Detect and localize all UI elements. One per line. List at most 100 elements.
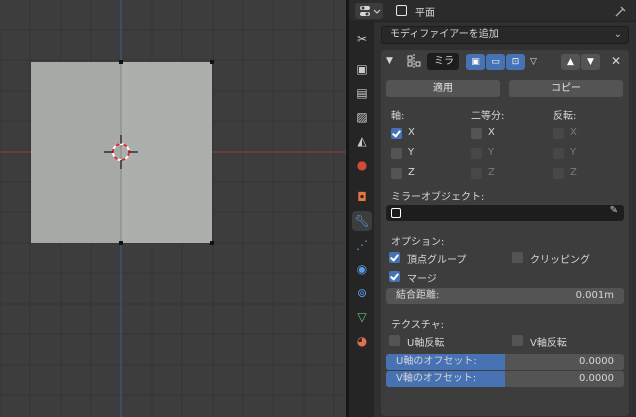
material-sphere-icon: ◕ (356, 334, 368, 348)
editor-type-button[interactable] (355, 3, 383, 19)
merge-label: マージ (407, 274, 437, 285)
flip-z-checkbox[interactable] (553, 168, 564, 179)
output-tab[interactable]: ▤ (352, 83, 372, 103)
add-modifier-dropdown[interactable]: モディファイアーを追加 ⌄ (381, 26, 629, 44)
tool-tab[interactable]: ✂ (352, 29, 372, 49)
apply-button[interactable]: 適用 (386, 80, 500, 97)
textures-header: テクスチャ: (391, 320, 444, 331)
modifier-tab[interactable]: 🔧︎ (352, 211, 372, 231)
modifier-name: ミラ (434, 56, 454, 67)
eyedropper-icon[interactable]: ✎ (610, 205, 618, 216)
collapse-arrow-icon[interactable]: ▼ (386, 56, 393, 66)
3d-viewport[interactable] (0, 0, 346, 417)
flip-x-checkbox[interactable] (553, 128, 564, 139)
vertex-groups-label: 頂点グループ (407, 255, 467, 266)
printer-icon: ▤ (356, 86, 368, 100)
render-tab[interactable]: ▣ (352, 59, 372, 79)
flip-u-checkbox[interactable] (389, 335, 400, 346)
add-modifier-label: モディファイアーを追加 (390, 29, 499, 40)
flip-v-label: V軸反転 (530, 338, 567, 349)
move-down-button[interactable]: ▼ (581, 54, 600, 70)
properties-tabs: ✂ ▣ ▤ ▨ ◭ ● ◘ 🔧︎ ⋰ ◉ ⊚ ▽ ◕ (349, 22, 374, 417)
u-offset-slider[interactable]: U軸のオフセット: 0.0000 (386, 354, 624, 370)
wrench-screwdriver-icon: ✂ (356, 32, 368, 46)
modifier-name-field[interactable]: ミラ (427, 53, 459, 70)
v-offset-slider[interactable]: V軸のオフセット: 0.0000 (386, 371, 624, 387)
bisect-z-checkbox[interactable] (471, 168, 482, 179)
options-header: オプション: (391, 237, 445, 248)
camera-back-icon: ▣ (356, 62, 368, 76)
viewport-canvas (0, 0, 346, 417)
chevron-down-icon: ⌄ (613, 29, 622, 40)
data-tab[interactable]: ▽ (352, 307, 372, 327)
axis-x-checkbox[interactable] (391, 128, 402, 139)
v-offset-label: V軸のオフセット: (396, 373, 477, 384)
merge-checkbox[interactable] (389, 271, 400, 282)
axis-x-label: X (408, 127, 415, 138)
axis-z-checkbox[interactable] (391, 168, 402, 179)
pin-icon[interactable] (614, 4, 628, 18)
scene-tab[interactable]: ◭ (352, 131, 372, 151)
physics-icon: ◉ (356, 262, 368, 276)
properties-header: 平面 (349, 0, 636, 22)
image-stack-icon: ▨ (356, 110, 368, 124)
flip-y-checkbox[interactable] (553, 148, 564, 159)
object-name: 平面 (415, 8, 435, 19)
mirror-modifier-icon (407, 54, 421, 68)
merge-distance-value: 0.001m (575, 290, 614, 301)
material-tab[interactable]: ◕ (352, 331, 372, 351)
flip-z-label: Z (570, 167, 577, 178)
mirror-modifier-panel: ▼ ミラ ▣ ▭ ⊡ ▽ ▲ ▼ ✕ 適用 コピー 軸: 二等分: 反転: X … (381, 50, 629, 416)
editmode-toggle[interactable]: ▣ (466, 54, 485, 70)
globe-icon: ● (356, 158, 368, 172)
close-icon[interactable]: ✕ (611, 54, 621, 68)
view-layer-tab[interactable]: ▨ (352, 107, 372, 127)
bisect-x-label: X (488, 127, 495, 138)
oncage-toggle[interactable]: ▽ (524, 54, 543, 70)
constraints-tab[interactable]: ⊚ (352, 283, 372, 303)
u-offset-value: 0.0000 (579, 356, 614, 367)
object-mesh-icon (396, 5, 407, 16)
mesh-triangle-icon: ▽ (357, 310, 367, 324)
axis-y-checkbox[interactable] (391, 148, 402, 159)
object-tab[interactable]: ◘ (352, 187, 372, 207)
cage-toggle[interactable]: ⊡ (506, 54, 525, 70)
bisect-y-checkbox[interactable] (471, 148, 482, 159)
viewport-toggle[interactable]: ▭ (486, 54, 505, 70)
axis-y-label: Y (408, 147, 415, 158)
flip-v-checkbox[interactable] (512, 335, 523, 346)
properties-editor-icon (360, 6, 381, 16)
particles-icon: ⋰ (356, 238, 368, 252)
object-square-icon: ◘ (357, 190, 367, 204)
object-icon (391, 208, 401, 218)
flip-header: 反転: (553, 111, 577, 122)
v-offset-value: 0.0000 (579, 373, 614, 384)
bisect-y-label: Y (488, 147, 495, 158)
merge-distance-field[interactable]: 結合距離: 0.001m (386, 288, 624, 304)
flip-y-label: Y (570, 147, 577, 158)
axis-z-label: Z (408, 167, 415, 178)
merge-distance-label: 結合距離: (396, 290, 440, 301)
physics-tab[interactable]: ◉ (352, 259, 372, 279)
properties-editor: 平面 ✂ ▣ ▤ ▨ ◭ ● ◘ 🔧︎ ⋰ ◉ ⊚ ▽ ◕ モディファイアーを追… (349, 0, 636, 417)
bisect-z-label: Z (488, 167, 495, 178)
cone-sphere-icon: ◭ (357, 134, 367, 148)
mirror-object-label: ミラーオブジェクト: (391, 192, 485, 203)
u-offset-label: U軸のオフセット: (396, 356, 477, 367)
bisect-x-checkbox[interactable] (471, 128, 482, 139)
flip-x-label: X (570, 127, 577, 138)
vertex-groups-checkbox[interactable] (389, 252, 400, 263)
world-tab[interactable]: ● (352, 155, 372, 175)
mirror-object-field[interactable]: ✎ (386, 205, 624, 221)
move-up-button[interactable]: ▲ (561, 54, 580, 70)
flip-u-label: U軸反転 (407, 338, 445, 349)
particles-tab[interactable]: ⋰ (352, 235, 372, 255)
properties-content: モディファイアーを追加 ⌄ ▼ ミラ ▣ ▭ ⊡ ▽ ▲ ▼ ✕ 適用 コピー (374, 22, 636, 417)
clipping-checkbox[interactable] (512, 252, 523, 263)
axis-header: 軸: (391, 111, 405, 122)
wrench-icon: 🔧︎ (354, 214, 370, 228)
bisect-header: 二等分: (471, 111, 505, 122)
copy-button[interactable]: コピー (509, 80, 623, 97)
clipping-label: クリッピング (530, 255, 590, 266)
constraint-icon: ⊚ (356, 286, 368, 300)
